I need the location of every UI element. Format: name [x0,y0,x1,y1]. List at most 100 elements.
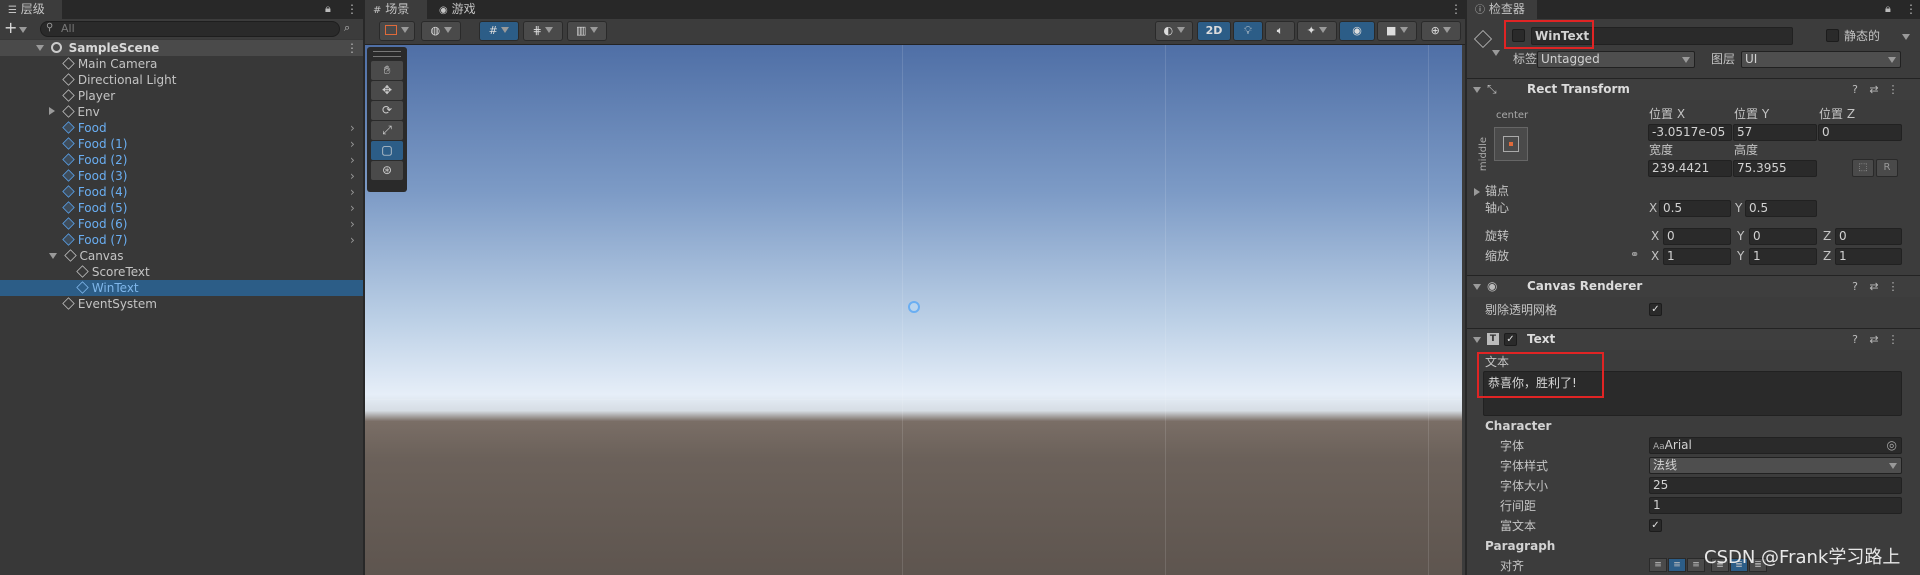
font-style-dropdown[interactable]: 法线 [1649,457,1902,474]
list-item[interactable]: Food (3) › [0,168,363,184]
pos-y-field[interactable]: 57 [1733,124,1817,141]
chevron-right-icon[interactable]: › [350,232,355,248]
list-item[interactable]: Food (1) › [0,136,363,152]
camera-button[interactable]: ■ [1377,21,1417,41]
scale-z-field[interactable]: 1 [1835,248,1902,265]
list-item[interactable]: Food (6) › [0,216,363,232]
search-field[interactable]: ⚲ All [40,21,340,37]
lock-icon[interactable]: 🔒︎ [325,2,331,16]
expand-arrow-icon[interactable] [49,253,57,259]
chevron-right-icon[interactable]: › [350,136,355,152]
align-left-button[interactable]: ≡ [1649,558,1667,572]
rot-z-field[interactable]: 0 [1835,228,1902,245]
list-item[interactable]: Player [0,88,363,104]
shading-button[interactable]: ◐ [1155,21,1193,41]
text-header[interactable]: T ✓ Text ? ⇄ ⋮ [1467,328,1920,350]
list-item[interactable]: Canvas [0,248,363,264]
help-icon[interactable]: ? [1849,334,1861,346]
chevron-right-icon[interactable]: › [350,152,355,168]
hand-tool-button[interactable]: ✋︎ [371,61,403,80]
chevron-right-icon[interactable]: › [350,200,355,216]
pos-z-field[interactable]: 0 [1818,124,1902,141]
gizmos-button[interactable]: ⊕ [1421,21,1461,41]
preset-icon[interactable]: ⇄ [1868,84,1880,96]
expand-arrow-icon[interactable] [49,107,55,115]
scene-menu-icon[interactable]: ⋮ [346,40,358,56]
transform-tool-button[interactable]: ⊛ [371,161,403,180]
effects-button[interactable]: ✦ [1297,21,1337,41]
collapse-arrow-icon[interactable] [1473,87,1481,93]
increment-snap-button[interactable]: ⋕ [523,21,563,41]
scene-row[interactable]: SampleScene ⋮ [0,40,363,56]
blueprint-mode-button[interactable]: ⬚ [1852,159,1874,177]
light-gizmo-icon[interactable] [908,301,920,313]
link-icon[interactable]: ⚭ [1630,248,1639,261]
more-menu-icon[interactable]: ⋮ [1887,84,1899,96]
list-item[interactable]: Food › [0,120,363,136]
chevron-right-icon[interactable]: › [350,168,355,184]
tab-hierarchy[interactable]: ☰ 层级 [0,0,62,19]
draw-mode-button[interactable] [379,21,415,41]
lighting-toggle-button[interactable]: 💡︎ [1233,21,1263,41]
tab-inspector[interactable]: ⓘ 检查器 [1467,0,1537,19]
rot-x-field[interactable]: 0 [1663,228,1731,245]
chevron-right-icon[interactable]: › [350,216,355,232]
scale-tool-button[interactable]: ⤢ [371,121,403,140]
align-center-button[interactable]: ≡ [1668,558,1686,572]
static-checkbox[interactable] [1826,29,1839,42]
line-spacing-field[interactable]: 1 [1649,497,1902,514]
tab-scene[interactable]: # 场景 [365,0,427,19]
grid-snap-button[interactable]: # [479,21,519,41]
list-item[interactable]: Food (5) › [0,200,363,216]
object-picker-icon[interactable]: ◎ [1887,438,1897,453]
add-button[interactable]: + [4,20,17,36]
help-icon[interactable]: ? [1849,84,1861,96]
scale-x-field[interactable]: 1 [1663,248,1731,265]
globe-button[interactable]: ◍ [421,21,461,41]
audio-toggle-button[interactable]: 🔈︎ [1265,21,1295,41]
preset-icon[interactable]: ⇄ [1868,281,1880,293]
list-item-selected[interactable]: WinText [0,280,363,296]
list-item[interactable]: Env [0,104,363,120]
rect-transform-header[interactable]: ⤡ Rect Transform ? ⇄ ⋮ [1467,78,1920,100]
anchor-preset-button[interactable] [1494,127,1528,161]
list-item[interactable]: Main Camera [0,56,363,72]
list-item[interactable]: Food (2) › [0,152,363,168]
search-options-icon[interactable]: ⌕ [344,21,350,35]
width-field[interactable]: 239.4421 [1648,160,1732,177]
list-item[interactable]: Food (4) › [0,184,363,200]
move-tool-button[interactable]: ✥ [371,81,403,100]
height-field[interactable]: 75.3955 [1733,160,1817,177]
add-dropdown-icon[interactable] [19,27,27,33]
lock-icon[interactable]: 🔒︎ [1885,2,1891,16]
list-item[interactable]: Food (7) › [0,232,363,248]
palette-grip[interactable] [373,51,401,57]
list-item[interactable]: EventSystem [0,296,363,312]
static-dropdown-icon[interactable] [1902,34,1910,40]
scale-y-field[interactable]: 1 [1749,248,1817,265]
more-menu-icon[interactable]: ⋮ [346,2,358,16]
font-field[interactable]: AaArial ◎ [1649,437,1902,454]
icon-dropdown-icon[interactable] [1492,50,1500,56]
2d-toggle-button[interactable]: 2D [1197,21,1231,41]
preset-icon[interactable]: ⇄ [1868,334,1880,346]
align-right-button[interactable]: ≡ [1687,558,1705,572]
help-icon[interactable]: ? [1849,281,1861,293]
pivot-y-field[interactable]: 0.5 [1745,200,1817,217]
layer-dropdown[interactable]: UI [1741,51,1901,68]
collapse-arrow-icon[interactable] [1473,337,1481,343]
collapse-arrow-icon[interactable] [1473,284,1481,290]
pos-x-field[interactable]: -3.0517e-05 [1648,124,1732,141]
rect-tool-button[interactable]: ▢ [371,141,403,160]
more-menu-icon[interactable]: ⋮ [1887,281,1899,293]
pivot-x-field[interactable]: 0.5 [1659,200,1731,217]
tab-game[interactable]: ◉ 游戏 [431,0,495,19]
expand-arrow-icon[interactable] [1474,188,1480,196]
rotate-tool-button[interactable]: ⟳ [371,101,403,120]
expand-arrow-icon[interactable] [36,45,44,51]
raw-edit-button[interactable]: R [1876,159,1898,177]
more-menu-icon[interactable]: ⋮ [1450,2,1462,16]
more-menu-icon[interactable]: ⋮ [1905,2,1917,16]
rich-text-checkbox[interactable]: ✓ [1649,519,1662,532]
chevron-right-icon[interactable]: › [350,184,355,200]
